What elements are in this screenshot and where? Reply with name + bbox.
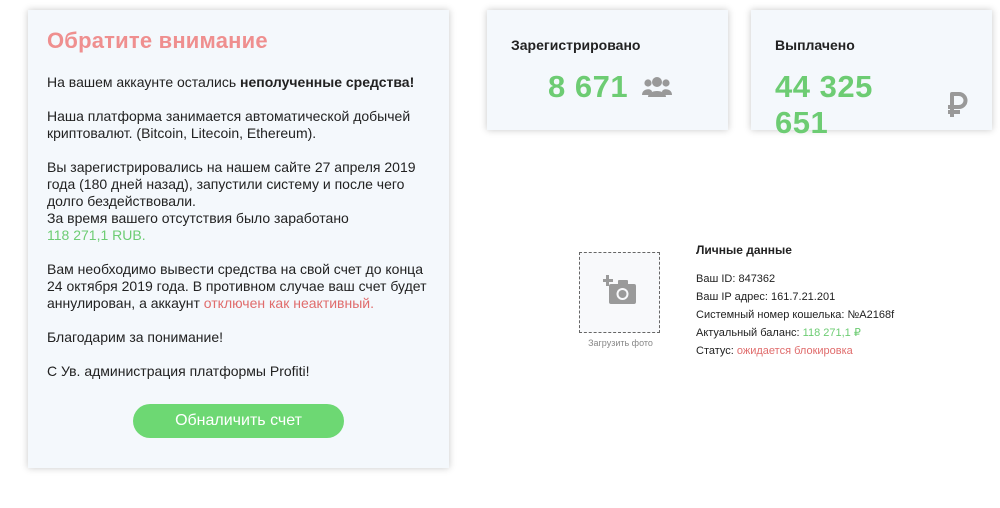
paid-value: 44 325 651 <box>775 69 873 140</box>
registered-stat-card: Зарегистрировано 8 671 <box>487 10 728 130</box>
notice-paragraph-6: С Ув. администрация платформы Profiti! <box>47 363 310 379</box>
balance-label: Актуальный баланс: <box>696 327 803 339</box>
balance-row: Актуальный баланс: 118 271,1 ₽ <box>696 324 894 342</box>
notice-p3-text: Вы зарегистрировались на нашем сайте 27 … <box>47 159 416 209</box>
registered-label: Зарегистрировано <box>511 37 641 53</box>
notice-paragraph-1: На вашем аккаунте остались неполученные … <box>47 74 430 91</box>
notice-paragraph-4: Вам необходимо вывести средства на свой … <box>47 261 430 312</box>
notice-p3-earned: За время вашего отсутствия было заработа… <box>47 210 349 226</box>
personal-data-block: Личные данные Ваш ID: 847362 Ваш IP адре… <box>696 243 894 360</box>
status-label: Статус: <box>696 345 737 357</box>
registered-value-row: 8 671 <box>511 69 704 105</box>
earned-amount: 118 271,1 RUB. <box>47 227 146 243</box>
user-id-value: 847362 <box>738 273 776 285</box>
ip-row: Ваш IP адрес: 161.7.21.201 <box>696 288 894 306</box>
wallet-value: №A2168f <box>847 309 895 321</box>
registered-value: 8 671 <box>548 69 629 104</box>
personal-data-title: Личные данные <box>696 243 792 257</box>
paid-value-row: 44 325 651 <box>775 69 968 141</box>
status-value: ожидается блокировка <box>736 345 853 357</box>
notice-panel: Обратите внимание На вашем аккаунте оста… <box>28 10 449 468</box>
notice-paragraph-5: Благодарим за понимание! <box>47 329 223 345</box>
upload-photo-caption[interactable]: Загрузить фото <box>579 338 662 348</box>
paid-stat-card: Выплачено 44 325 651 <box>751 10 992 140</box>
notice-p1-text: На вашем аккаунте остались <box>47 74 241 90</box>
paid-label: Выплачено <box>775 37 855 53</box>
wallet-label: Системный номер кошелька: <box>696 309 848 321</box>
user-id-label: Ваш ID: <box>696 273 739 285</box>
notice-paragraph-2: Наша платформа занимается автоматической… <box>47 108 411 141</box>
add-photo-icon <box>601 275 637 310</box>
ruble-icon <box>946 91 968 119</box>
wallet-row: Системный номер кошелька: №A2168f <box>696 306 894 324</box>
balance-value: 118 271,1 ₽ <box>802 327 861 339</box>
notice-paragraph-3: Вы зарегистрировались на нашем сайте 27 … <box>47 159 430 244</box>
status-row: Статус: ожидается блокировка <box>696 342 894 360</box>
upload-photo-box[interactable] <box>579 252 660 333</box>
notice-p1-bold: неполученные средства! <box>240 74 415 90</box>
user-id-row: Ваш ID: 847362 <box>696 270 894 288</box>
cash-out-button[interactable]: Обналичить счет <box>133 404 344 438</box>
users-icon <box>642 75 673 99</box>
ip-value: 161.7.21.201 <box>770 291 836 303</box>
notice-title: Обратите внимание <box>47 28 268 53</box>
notice-p4-warning: отключен как неактивный. <box>203 295 374 311</box>
ip-label: Ваш IP адрес: <box>696 291 771 303</box>
